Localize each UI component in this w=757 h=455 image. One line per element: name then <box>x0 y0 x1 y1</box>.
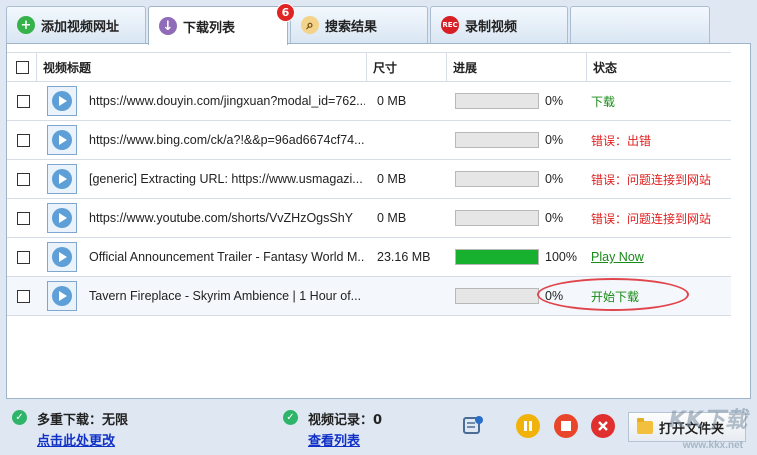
video-record-label: 视频记录：0 <box>308 413 383 428</box>
table-row[interactable]: [generic] Extracting URL: https://www.us… <box>7 160 731 199</box>
header-progress[interactable]: 进展 <box>447 53 587 81</box>
change-setting-link[interactable]: 点击此处更改 <box>37 430 115 449</box>
status-text: 下载 <box>591 94 616 109</box>
video-title: https://www.bing.com/ck/a?!&&p=96ad6674c… <box>89 133 365 147</box>
tab-label: 录制视频 <box>465 19 518 35</box>
pause-button[interactable] <box>516 414 540 438</box>
check-icon: ✓ <box>283 410 298 425</box>
row-checkbox[interactable] <box>16 250 30 264</box>
status-text: 错误：问题连接到网站 <box>591 211 712 226</box>
progress-bar <box>455 93 539 109</box>
folder-icon <box>637 417 653 434</box>
video-thumbnail[interactable] <box>47 86 77 116</box>
status-footer: ✓ 多重下载：无限 点击此处更改 ✓ 视频记录：0 查看列表 打开文件夹 KK下… <box>0 400 757 455</box>
row-checkbox[interactable] <box>16 172 30 186</box>
video-title: [generic] Extracting URL: https://www.us… <box>89 172 363 186</box>
select-all-checkbox[interactable] <box>16 60 29 74</box>
video-size: 0 MB <box>377 172 407 186</box>
video-title: https://www.douyin.com/jingxuan?modal_id… <box>89 94 365 108</box>
download-list-panel: 视频标题 尺寸 进展 状态 https://www.douyin.com/jin… <box>6 43 751 399</box>
play-icon <box>52 286 72 306</box>
watermark-url: www.kkx.net <box>682 440 743 451</box>
header-status[interactable]: 状态 <box>587 53 731 81</box>
progress-bar <box>455 288 539 304</box>
video-thumbnail[interactable] <box>47 281 77 311</box>
progress-bar <box>455 249 539 265</box>
video-thumbnail[interactable] <box>47 203 77 233</box>
tab-search-results[interactable]: ⌕ 搜索结果 <box>290 6 428 43</box>
tab-record-video[interactable]: REC 录制视频 <box>430 6 568 43</box>
video-title: Official Announcement Trailer - Fantasy … <box>89 250 365 264</box>
tab-add-url[interactable]: + 添加视频网址 <box>6 6 146 43</box>
status-text: 错误：问题连接到网站 <box>591 172 712 187</box>
play-icon <box>52 91 72 111</box>
table-row[interactable]: https://www.bing.com/ck/a?!&&p=96ad6674c… <box>7 121 731 160</box>
play-now-link[interactable]: Play Now <box>591 250 644 264</box>
tab-download-list[interactable]: ↓ 下载列表 6 <box>148 3 295 45</box>
row-checkbox[interactable] <box>16 133 30 147</box>
table-row[interactable]: Official Announcement Trailer - Fantasy … <box>7 238 731 277</box>
highlight-annotation <box>537 278 689 311</box>
header-size[interactable]: 尺寸 <box>367 53 447 81</box>
header-title[interactable]: 视频标题 <box>37 53 367 81</box>
progress-bar <box>455 132 539 148</box>
progress-percent: 0% <box>545 172 564 186</box>
play-icon <box>52 130 72 150</box>
progress-bar <box>455 210 539 226</box>
multi-download-label: 多重下载：无限 <box>37 413 129 428</box>
stop-button[interactable] <box>554 414 578 438</box>
table-header: 视频标题 尺寸 进展 状态 <box>7 52 731 82</box>
header-select-all-cell <box>7 53 37 81</box>
status-text: 错误：出错 <box>591 133 652 148</box>
search-icon: ⌕ <box>301 16 319 34</box>
view-list-link[interactable]: 查看列表 <box>308 430 360 449</box>
play-icon <box>52 247 72 267</box>
row-checkbox[interactable] <box>16 211 30 225</box>
progress-percent: 0% <box>545 94 564 108</box>
notes-icon[interactable] <box>462 415 484 437</box>
download-icon: ↓ <box>159 17 177 35</box>
record-icon: REC <box>441 16 459 34</box>
table-row[interactable]: https://www.youtube.com/shorts/VvZHzOgsS… <box>7 199 731 238</box>
download-count-badge: 6 <box>276 3 295 22</box>
tab-bar: + 添加视频网址 ↓ 下载列表 6 ⌕ 搜索结果 REC 录制视频 <box>0 0 757 45</box>
video-size: 0 MB <box>377 94 407 108</box>
play-icon <box>52 169 72 189</box>
row-checkbox[interactable] <box>16 289 30 303</box>
watermark-logo: KK下载 <box>668 408 747 433</box>
play-icon <box>52 208 72 228</box>
plus-icon: + <box>17 16 35 34</box>
video-thumbnail[interactable] <box>47 164 77 194</box>
row-checkbox[interactable] <box>16 94 30 108</box>
check-icon: ✓ <box>12 410 27 425</box>
video-title: https://www.youtube.com/shorts/VvZHzOgsS… <box>89 211 353 225</box>
progress-percent: 0% <box>545 211 564 225</box>
progress-bar <box>455 171 539 187</box>
progress-percent: 100% <box>545 250 577 264</box>
video-size: 23.16 MB <box>377 250 431 264</box>
table-row[interactable]: https://www.douyin.com/jingxuan?modal_id… <box>7 82 731 121</box>
video-size: 0 MB <box>377 211 407 225</box>
delete-button[interactable] <box>591 414 615 438</box>
progress-percent: 0% <box>545 133 564 147</box>
progress-fill <box>456 250 538 264</box>
tab-label: 搜索结果 <box>325 19 378 35</box>
tab-label: 添加视频网址 <box>41 19 120 35</box>
video-thumbnail[interactable] <box>47 125 77 155</box>
tab-empty <box>570 6 710 43</box>
video-title: Tavern Fireplace - Skyrim Ambience | 1 H… <box>89 289 362 303</box>
video-thumbnail[interactable] <box>47 242 77 272</box>
tab-label: 下载列表 <box>183 20 236 36</box>
